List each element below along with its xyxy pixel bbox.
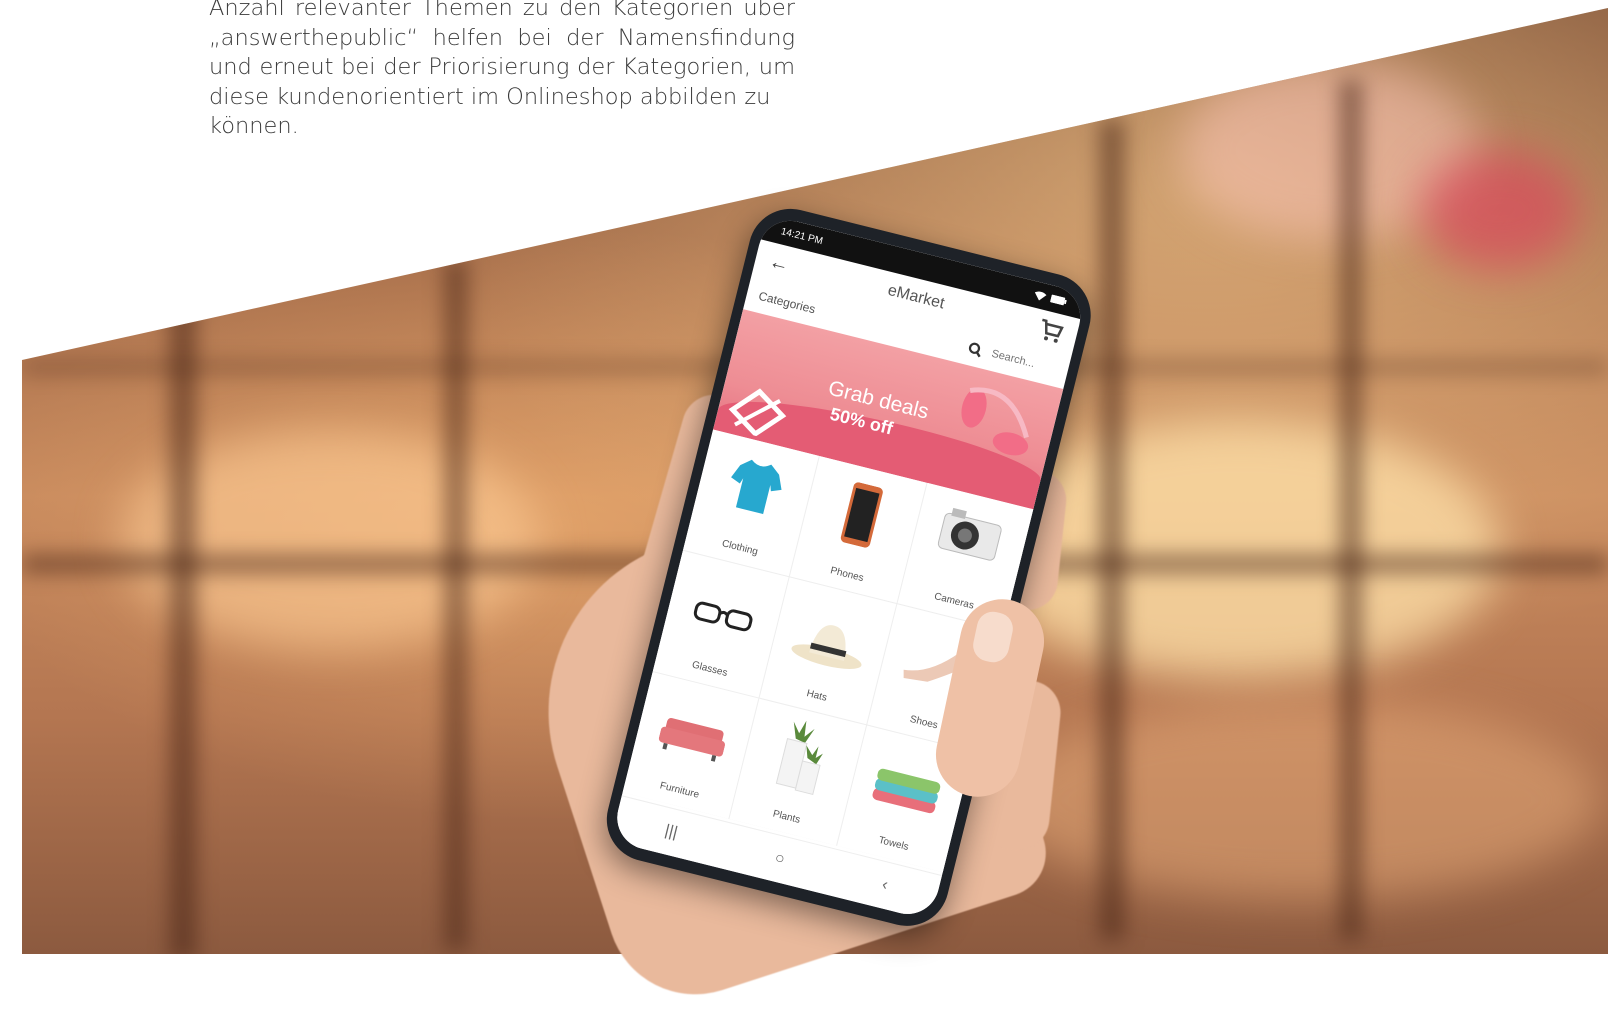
intro-line: diese kundenorientiert im Onlineshop abb… <box>209 83 771 110</box>
category-label: Shoes <box>908 713 939 732</box>
wifi-icon <box>1034 291 1047 300</box>
plant-icon <box>775 720 823 796</box>
shelf-post <box>1100 120 1124 940</box>
category-label: Towels <box>877 834 910 853</box>
camera-icon <box>938 507 1003 561</box>
category-label: Hats <box>805 688 828 704</box>
status-icons <box>1033 290 1067 307</box>
status-time: 14:21 PM <box>779 225 824 247</box>
shelf-post <box>170 300 196 954</box>
intro-line: können. <box>209 113 299 139</box>
tshirt-icon <box>730 459 782 514</box>
towel-icon <box>872 768 941 814</box>
category-label: Glasses <box>690 659 729 679</box>
category-label: Phones <box>829 565 865 585</box>
hat-icon <box>791 625 862 669</box>
light-glow <box>1000 700 1600 900</box>
search-icon[interactable] <box>967 341 984 358</box>
section-label: Categories <box>757 288 817 317</box>
home-button[interactable]: ○ <box>773 849 786 869</box>
light-glow <box>1420 150 1580 270</box>
battery-icon <box>1050 294 1067 306</box>
shelf-post <box>1340 80 1362 940</box>
category-label: Cameras <box>932 591 976 612</box>
intro-line: „answerthepublic“ helfen bei der Namensf… <box>209 24 795 51</box>
recent-apps-button[interactable]: ||| <box>663 822 679 842</box>
glasses-icon <box>693 601 753 632</box>
phone-icon <box>840 482 883 548</box>
sofa-icon <box>658 717 725 762</box>
category-label: Plants <box>771 808 802 826</box>
intro-line: und erneut bei der Priorisierung der Kat… <box>209 54 795 80</box>
back-button[interactable]: ‹ <box>880 876 889 895</box>
intro-paragraph: Anzahl relevanter Themen zu den Kategori… <box>209 0 795 142</box>
intro-line: Anzahl relevanter Themen zu den Kategori… <box>209 0 795 21</box>
category-label: Clothing <box>720 538 760 558</box>
category-label: Furniture <box>658 780 701 801</box>
